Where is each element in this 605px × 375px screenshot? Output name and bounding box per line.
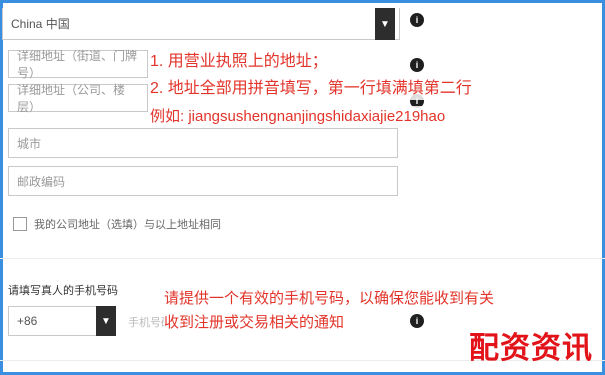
info-icon[interactable]: i [410, 13, 424, 27]
address-line2-input[interactable]: 详细地址（公司、楼层） [8, 83, 148, 114]
postal-code-placeholder: 邮政编码 [17, 174, 66, 189]
info-icon[interactable]: i [410, 58, 424, 72]
section-divider [0, 258, 605, 259]
phone-prefix-dropdown-button[interactable]: ▼ [96, 306, 116, 336]
phone-prefix-value: +86 [17, 314, 38, 328]
postal-code-input[interactable]: 邮政编码 [8, 166, 398, 196]
address-line2-placeholder: 详细地址（公司、楼层） [17, 83, 126, 114]
phone-annotation-1: 请提供一个有效的手机号码，以确保您能收到有关 [164, 288, 495, 310]
annotation-line1: 1. 用营业执照上的地址； [150, 51, 328, 73]
country-dropdown-button[interactable]: ▼ [375, 8, 395, 40]
city-input[interactable]: 城市 [8, 128, 398, 158]
watermark-logo: 配资资讯 [469, 331, 593, 366]
phone-annotation-2: 收到注册或交易相关的通知 [164, 312, 345, 334]
annotation-line2: 2. 地址全部用拼音填写，第一行填满填第二行 [150, 78, 472, 100]
same-address-checkbox[interactable] [13, 217, 27, 231]
country-select[interactable]: China 中国 [2, 8, 400, 40]
annotation-line3: 例如: jiangsushengnanjingshidaxiajie219hao [150, 106, 446, 128]
same-address-label: 我的公司地址（选填）与以上地址相同 [34, 219, 221, 231]
chevron-down-icon: ▼ [380, 18, 390, 30]
address-line1-input[interactable]: 详细地址（街道、门牌号） [8, 49, 148, 80]
chevron-down-icon: ▼ [101, 315, 111, 327]
city-placeholder: 城市 [17, 136, 42, 151]
phone-label: 请填写真人的手机号码 [8, 285, 118, 297]
info-icon[interactable]: i [410, 314, 424, 328]
address-line1-placeholder: 详细地址（街道、门牌号） [17, 49, 138, 80]
country-value: China 中国 [11, 17, 70, 31]
